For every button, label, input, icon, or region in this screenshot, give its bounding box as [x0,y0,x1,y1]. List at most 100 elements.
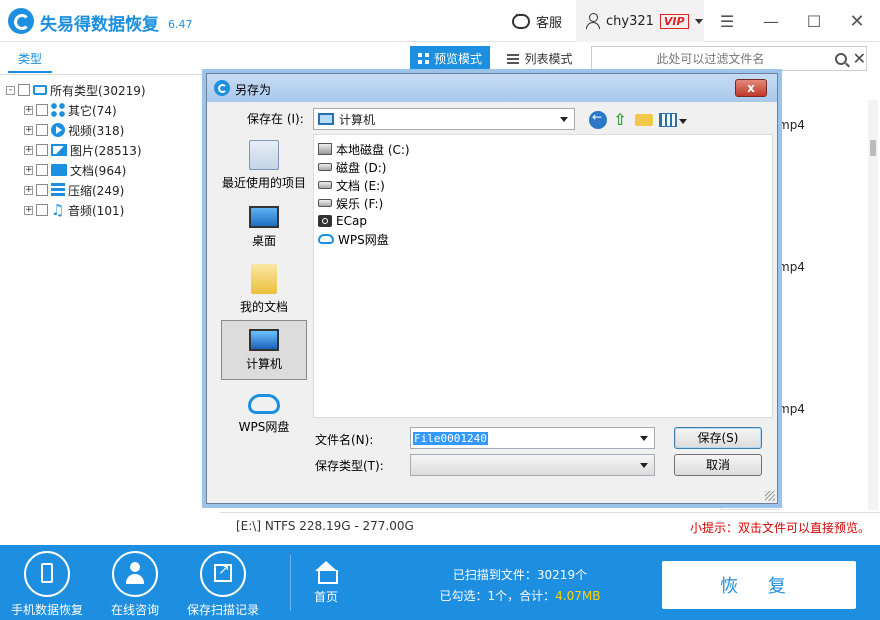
list-item[interactable]: 娱乐 (F:) [318,194,383,212]
place-my-documents[interactable]: 我的文档 [221,258,307,318]
home-icon [314,561,338,584]
list-item[interactable]: ECap [318,212,367,230]
tree-item-other[interactable]: + 其它(74) [24,100,146,120]
tree-label: 音频(101) [68,203,125,218]
type-tree: - 所有类型(30219) + 其它(74) + 视频(318) + 图片(28… [6,80,146,220]
chevron-down-icon [560,117,568,122]
place-label: 我的文档 [239,300,288,314]
clear-icon[interactable]: ✕ [853,49,866,68]
tree-label: 视频(318) [68,123,125,138]
dialog-close-button[interactable]: x [735,79,767,97]
minimize-button[interactable]: — [760,10,782,32]
list-item[interactable]: 磁盘 (D:) [318,158,386,176]
list-view-icon [507,53,520,64]
tree-item-archive[interactable]: + 压缩(249) [24,180,146,200]
item-label: 本地磁盘 (C:) [336,142,410,157]
tree-item-document[interactable]: + 文档(964) [24,160,146,180]
save-as-dialog: 另存为 x 保存在 (I): 计算机 ⇧ 最近使用的项目 桌面 我的文档 计算机… [206,73,778,504]
bottom-bar: 手机数据恢复 在线咨询 保存扫描记录 首页 已扫描到文件：30219个 已勾选：… [0,545,880,620]
item-label: ECap [336,214,367,228]
dialog-title-bar[interactable]: 另存为 x [207,74,777,102]
preview-mode-button[interactable]: 预览模式 [410,46,490,71]
expand-icon[interactable]: + [24,105,33,115]
vip-badge: VIP [659,13,689,29]
camera-icon [318,215,332,227]
grid-view-icon [417,53,429,64]
scroll-thumb[interactable] [870,140,876,156]
other-icon [51,103,65,117]
save-scan-label: 保存扫描记录 [186,603,259,617]
place-computer[interactable]: 计算机 [221,320,307,380]
filter-box: ✕ [591,46,867,71]
new-folder-icon[interactable] [635,114,653,126]
audio-icon: ♫ [51,201,65,219]
up-folder-icon[interactable]: ⇧ [611,111,629,129]
tree-item-image[interactable]: + 图片(28513) [24,140,146,160]
mobile-recovery-label: 手机数据恢复 [10,603,83,617]
resize-grip[interactable] [765,491,775,501]
title-bar: 失易得数据恢复 6.47 客服 chy321 VIP ☰ — ☐ ✕ [0,0,880,42]
list-item[interactable]: 本地磁盘 (C:) [318,140,410,158]
maximize-icon: ☐ [806,11,822,31]
place-desktop[interactable]: 桌面 [221,196,307,256]
checkbox[interactable] [18,84,30,96]
chevron-down-icon [640,436,648,441]
place-wps-cloud[interactable]: WPS网盘 [221,382,307,442]
checkbox[interactable] [36,124,48,136]
expand-icon[interactable]: + [24,125,33,135]
tab-type[interactable]: 类型 [8,50,52,73]
maximize-button[interactable]: ☐ [803,10,825,32]
search-icon[interactable] [834,52,847,65]
menu-button[interactable]: ☰ [716,10,738,32]
back-icon[interactable] [589,110,607,129]
filter-input[interactable] [592,47,829,70]
user-menu[interactable]: chy321 VIP [576,0,704,42]
checkbox[interactable] [36,184,48,196]
expand-icon[interactable]: + [24,205,33,215]
cancel-button[interactable]: 取消 [674,454,762,476]
filename-input[interactable]: File0001240 [410,427,655,449]
checkbox[interactable] [36,164,48,176]
support-button[interactable]: 客服 [512,10,562,31]
online-consult-button[interactable]: 在线咨询 [90,551,180,618]
dialog-title: 另存为 [235,83,272,97]
expand-icon[interactable]: + [24,185,33,195]
tree-item-all[interactable]: - 所有类型(30219) [6,80,146,100]
export-icon [214,562,232,582]
phone-icon [41,563,53,583]
scrollbar[interactable] [868,100,878,510]
computer-icon [249,329,279,351]
close-icon: ✕ [849,10,865,32]
image-icon [51,144,67,156]
expand-icon[interactable]: + [24,165,33,175]
place-label: 桌面 [251,234,276,248]
tree-label: 压缩(249) [68,183,125,198]
recover-button[interactable]: 恢 复 [662,561,856,609]
save-scan-button[interactable]: 保存扫描记录 [178,551,268,618]
chevron-down-icon[interactable] [679,119,687,124]
drive-info: [E:\] NTFS 228.19G - 277.00G [236,519,414,533]
save-button[interactable]: 保存(S) [674,427,762,449]
list-item[interactable]: 文档 (E:) [318,176,385,194]
scan-stats: 已扫描到文件：30219个 已勾选：1个，合计：4.07MB [420,565,620,607]
filetype-select[interactable] [410,454,655,476]
checkbox[interactable] [36,104,48,116]
tip-text: 小提示：双击文件可以直接预览。 [690,521,871,535]
places-bar: 最近使用的项目 桌面 我的文档 计算机 WPS网盘 [215,132,311,497]
expand-icon[interactable]: + [24,145,33,155]
tree-label: 文档(964) [70,163,127,178]
view-menu-icon[interactable] [659,113,677,127]
list-mode-button[interactable]: 列表模式 [500,46,580,71]
tree-item-video[interactable]: + 视频(318) [24,120,146,140]
place-recent[interactable]: 最近使用的项目 [221,134,307,194]
checkbox[interactable] [36,144,48,156]
preview-mode-label: 预览模式 [433,52,482,66]
tree-item-audio[interactable]: + ♫ 音频(101) [24,200,146,220]
collapse-icon[interactable]: - [6,85,15,95]
checkbox[interactable] [36,204,48,216]
list-item[interactable]: WPS网盘 [318,230,389,248]
save-in-select[interactable]: 计算机 [313,108,575,130]
home-button[interactable]: 首页 [300,561,352,605]
close-button[interactable]: ✕ [846,10,868,32]
mobile-recovery-button[interactable]: 手机数据恢复 [2,551,92,618]
